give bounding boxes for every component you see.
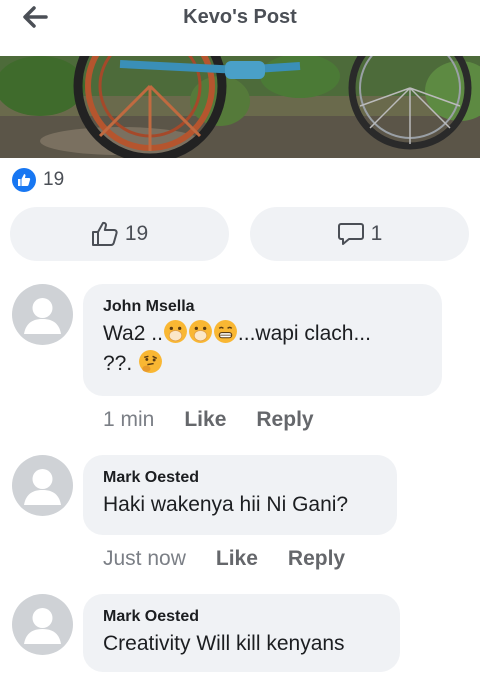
comment-author[interactable]: Mark Oested — [103, 607, 380, 627]
reaction-count: 19 — [43, 169, 65, 190]
comment-bubble[interactable]: John Msella Wa2 .. ...wapi clach... ??. — [83, 284, 442, 396]
comment-author[interactable]: Mark Oested — [103, 468, 377, 488]
hand-over-mouth-emoji-icon — [188, 320, 212, 343]
default-avatar-icon — [24, 298, 61, 334]
comment-text-part: ??. — [103, 352, 133, 375]
default-avatar-icon — [24, 469, 61, 505]
comment-text-part: Wa2 .. — [103, 322, 163, 345]
comment-author[interactable]: John Msella — [103, 297, 422, 317]
thinking-emoji-icon — [139, 350, 163, 373]
like-button[interactable]: 19 — [10, 207, 229, 261]
page-title: Kevo's Post — [183, 6, 297, 28]
comment-like-link[interactable]: Like — [184, 408, 226, 432]
hand-over-mouth-emoji-icon — [163, 320, 187, 343]
like-button-count: 19 — [124, 222, 149, 245]
comment-reply-link[interactable]: Reply — [256, 408, 313, 432]
reaction-summary[interactable]: 19 — [12, 168, 64, 192]
avatar[interactable] — [12, 455, 73, 516]
comment-button[interactable]: 1 — [250, 207, 469, 261]
comment-button-count: 1 — [370, 222, 383, 245]
comment-text: Creativity Will kill kenyans — [103, 632, 345, 655]
comment-meta: 1 min Like Reply — [103, 408, 314, 432]
comment-like-link[interactable]: Like — [216, 547, 258, 571]
comment-text: Wa2 .. ...wapi clach... ??. — [103, 319, 422, 379]
comment-bubble[interactable]: Mark Oested Haki wakenya hii Ni Gani? — [83, 455, 397, 535]
top-bar: Kevo's Post — [0, 0, 480, 56]
post-photo[interactable] — [0, 56, 480, 158]
comment-text: Haki wakenya hii Ni Gani? — [103, 493, 349, 516]
comment-meta: Just now Like Reply — [103, 547, 345, 571]
thumbs-up-icon — [91, 221, 118, 246]
comment-bubble-icon — [337, 223, 364, 245]
avatar[interactable] — [12, 594, 73, 655]
like-reaction-icon — [12, 168, 36, 192]
comment-bubble[interactable]: Mark Oested Creativity Will kill kenyans — [83, 594, 400, 672]
comment-time[interactable]: Just now — [103, 547, 186, 571]
grimacing-emoji-icon — [213, 320, 237, 343]
avatar[interactable] — [12, 284, 73, 345]
comment-text-part: ...wapi clach... — [237, 322, 371, 345]
default-avatar-icon — [24, 608, 61, 644]
comment-time[interactable]: 1 min — [103, 408, 154, 432]
comment-reply-link[interactable]: Reply — [288, 547, 345, 571]
